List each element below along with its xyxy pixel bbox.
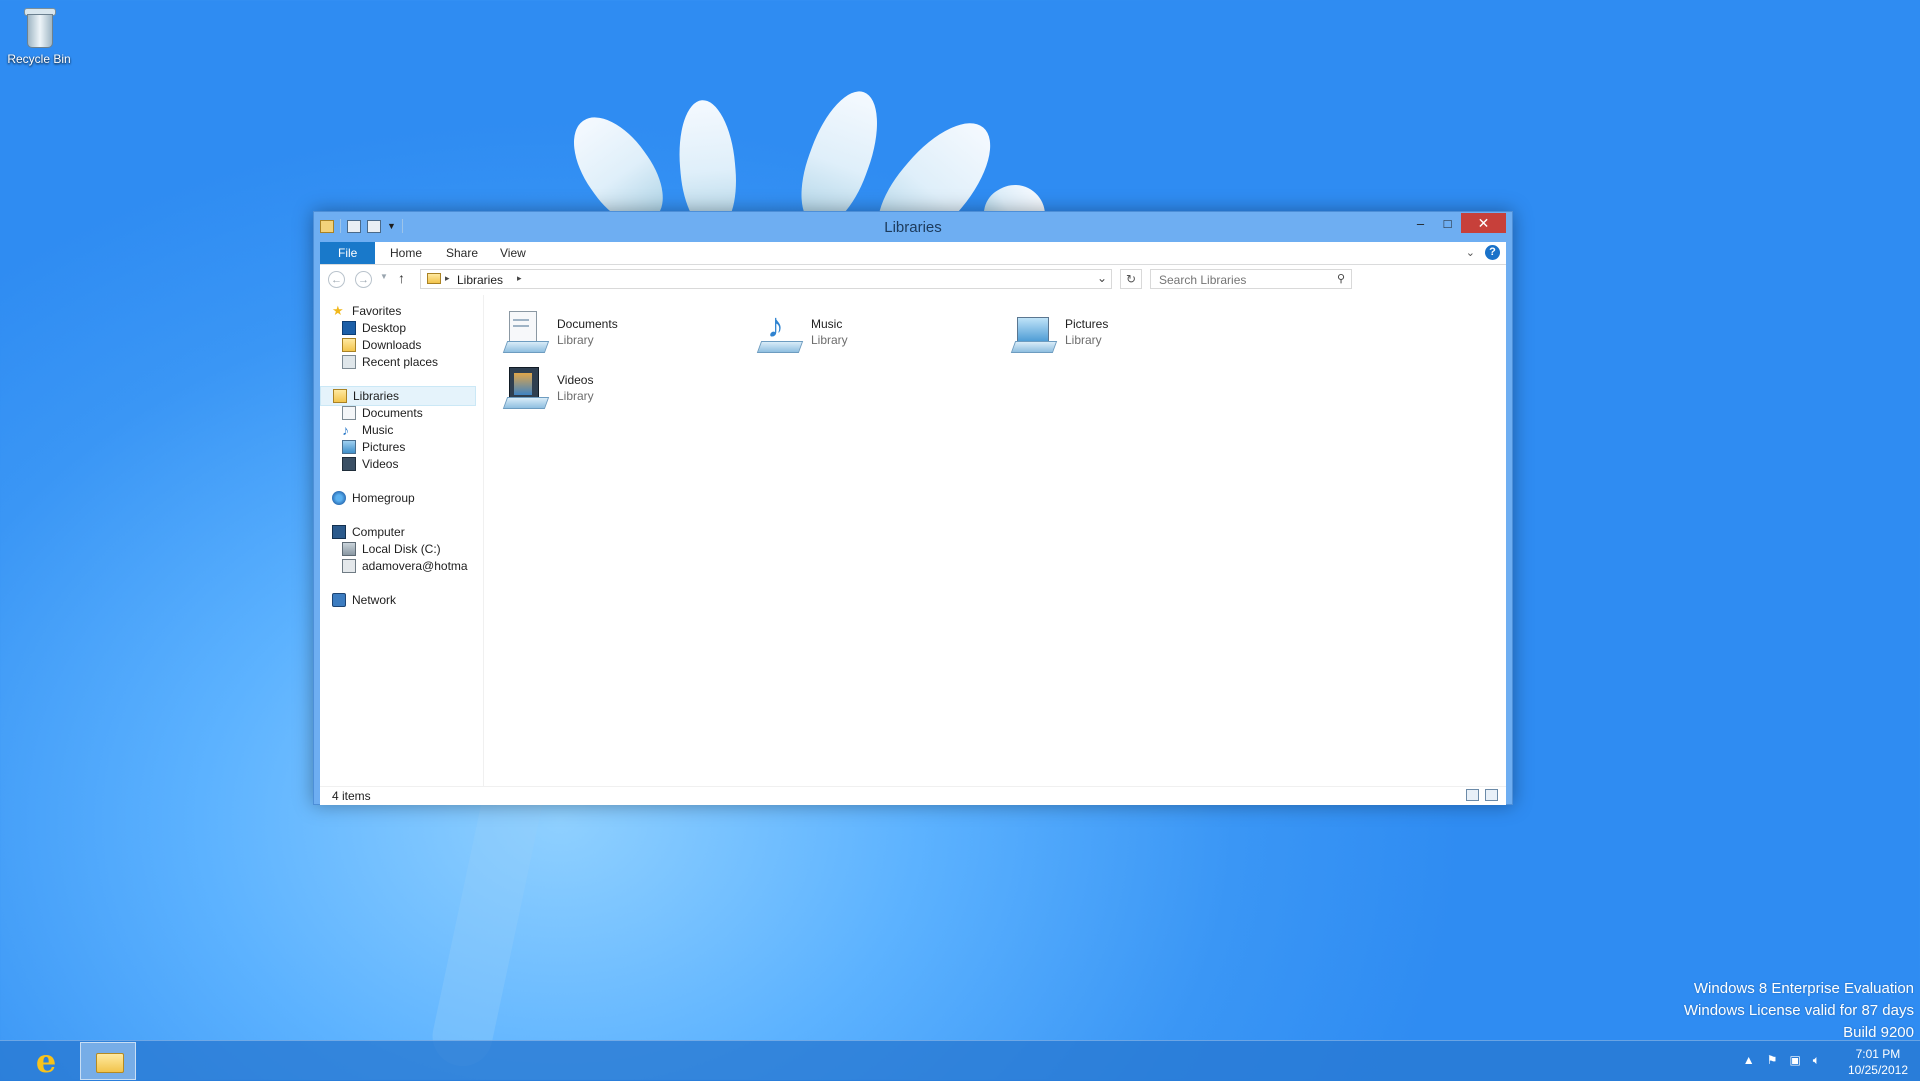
library-item-documents[interactable]: Documents Library xyxy=(502,307,733,357)
volume-icon[interactable]: 🔈︎ xyxy=(1813,1053,1820,1068)
pictures-icon xyxy=(342,440,356,454)
desktop-icon xyxy=(342,321,356,335)
homegroup-icon xyxy=(332,491,346,505)
nav-network[interactable]: Network xyxy=(332,590,396,610)
nav-onedrive-account[interactable]: adamovera@hotma xyxy=(342,556,482,576)
music-icon: ♪ xyxy=(342,422,349,438)
status-bar: 4 items xyxy=(320,786,1506,805)
libraries-icon xyxy=(333,389,347,403)
network-tray-icon[interactable]: ▣ xyxy=(1789,1053,1800,1068)
content-pane: Documents Library ♪ Music Library Pictur… xyxy=(490,295,1506,786)
library-type: Library xyxy=(1065,333,1102,347)
breadcrumb-separator-icon[interactable]: ▸ xyxy=(445,273,450,284)
ribbon-tabs: File Home Share View ⌄ ? xyxy=(320,242,1506,265)
breadcrumb-libraries[interactable]: Libraries xyxy=(457,273,503,287)
recycle-bin-label: Recycle Bin xyxy=(7,52,71,66)
back-button[interactable]: ← xyxy=(328,271,345,288)
search-box[interactable]: ⚲ xyxy=(1150,269,1352,289)
documents-library-icon xyxy=(502,309,550,353)
window-controls: – □ ✕ xyxy=(1407,213,1506,233)
tab-share[interactable]: Share xyxy=(432,242,492,264)
close-button[interactable]: ✕ xyxy=(1461,213,1506,233)
navigation-pane: ★ Favorites Desktop Downloads Recent pla… xyxy=(320,295,484,786)
address-bar[interactable]: ▸ Libraries ▸ ⌄ xyxy=(420,269,1112,289)
network-icon xyxy=(332,593,346,607)
window-title: Libraries xyxy=(884,219,942,236)
search-icon[interactable]: ⚲ xyxy=(1337,272,1345,285)
library-item-videos[interactable]: Videos Library xyxy=(502,363,733,413)
show-hidden-icons-icon[interactable]: ▲ xyxy=(1743,1053,1755,1068)
library-name: Pictures xyxy=(1065,317,1109,331)
nav-videos[interactable]: Videos xyxy=(342,454,398,474)
taskbar: e ▲ ⚑ ▣ 🔈︎ 7:01 PM 10/25/2012 xyxy=(0,1040,1920,1081)
forward-button[interactable]: → xyxy=(355,271,372,288)
recent-locations-chevron-icon[interactable]: ▼ xyxy=(380,272,388,281)
recycle-bin-desktop-icon[interactable]: Recycle Bin xyxy=(4,6,74,66)
tab-view[interactable]: View xyxy=(486,242,540,264)
breadcrumb-expand-icon[interactable]: ▸ xyxy=(517,273,522,284)
expand-ribbon-chevron-icon[interactable]: ⌄ xyxy=(1466,246,1475,259)
watermark-edition: Windows 8 Enterprise Evaluation xyxy=(1693,980,1914,997)
file-explorer-taskbar-button[interactable] xyxy=(80,1042,136,1080)
clock[interactable]: 7:01 PM 10/25/2012 xyxy=(1848,1046,1908,1078)
user-folder-icon xyxy=(342,559,356,573)
address-dropdown-icon[interactable]: ⌄ xyxy=(1097,271,1107,285)
star-icon: ★ xyxy=(332,303,344,318)
tab-home[interactable]: Home xyxy=(376,242,436,264)
documents-icon xyxy=(342,406,356,420)
refresh-button[interactable]: ↻ xyxy=(1120,269,1142,289)
recycle-bin-icon xyxy=(22,6,56,48)
maximize-button[interactable]: □ xyxy=(1434,213,1461,233)
folder-icon xyxy=(96,1053,124,1073)
library-type: Library xyxy=(557,333,594,347)
item-count: 4 items xyxy=(332,789,371,803)
internet-explorer-icon[interactable]: e xyxy=(26,1045,66,1077)
library-name: Music xyxy=(811,317,843,331)
library-type: Library xyxy=(811,333,848,347)
library-name: Documents xyxy=(557,317,618,331)
system-tray: ▲ ⚑ ▣ 🔈︎ xyxy=(1743,1053,1820,1068)
computer-icon xyxy=(332,525,346,539)
local-disk-icon xyxy=(342,542,356,556)
music-library-icon: ♪ xyxy=(756,307,804,353)
library-item-pictures[interactable]: Pictures Library xyxy=(1010,307,1241,357)
action-center-flag-icon[interactable]: ⚑ xyxy=(1767,1053,1778,1068)
large-icons-view-icon[interactable] xyxy=(1485,789,1498,801)
clock-date: 10/25/2012 xyxy=(1847,1063,1908,1077)
explorer-window: ▼ Libraries – □ ✕ File Home Share View ⌄… xyxy=(313,211,1513,805)
details-view-icon[interactable] xyxy=(1466,789,1479,801)
library-item-music[interactable]: ♪ Music Library xyxy=(756,307,987,357)
libraries-folder-icon xyxy=(427,273,441,284)
title-bar[interactable]: ▼ Libraries – □ ✕ xyxy=(314,212,1512,242)
search-input[interactable] xyxy=(1157,271,1331,289)
up-button[interactable]: ↑ xyxy=(398,270,405,286)
navigation-bar: ← → ▼ ↑ ▸ Libraries ▸ ⌄ ↻ ⚲ xyxy=(320,265,1506,295)
windows-watermark: Windows 8 Enterprise Evaluation Windows … xyxy=(1684,978,1914,1044)
minimize-button[interactable]: – xyxy=(1407,213,1434,233)
videos-icon xyxy=(342,457,356,471)
pictures-library-icon xyxy=(1010,309,1058,353)
nav-homegroup[interactable]: Homegroup xyxy=(332,488,415,508)
tab-file[interactable]: File xyxy=(320,242,376,264)
watermark-license: Windows License valid for 87 days xyxy=(1683,1002,1914,1019)
nav-recent-places[interactable]: Recent places xyxy=(342,352,438,372)
videos-library-icon xyxy=(502,365,550,409)
help-icon[interactable]: ? xyxy=(1485,245,1500,260)
recent-places-icon xyxy=(342,355,356,369)
explorer-body: ★ Favorites Desktop Downloads Recent pla… xyxy=(320,295,1506,786)
library-name: Videos xyxy=(557,373,594,387)
clock-time: 7:01 PM xyxy=(1855,1047,1901,1061)
downloads-icon xyxy=(342,338,356,352)
library-type: Library xyxy=(557,389,594,403)
